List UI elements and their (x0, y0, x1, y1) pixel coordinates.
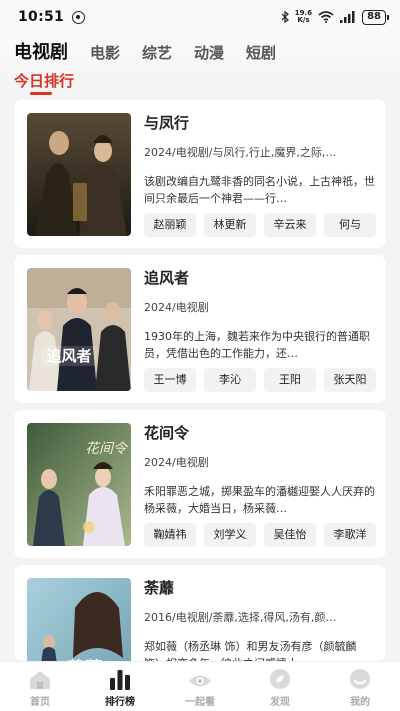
bottom-navigation: 首页 排行榜 一起看 发现 我的 (0, 661, 400, 711)
discover-icon (268, 668, 292, 690)
cast-chip[interactable]: 何与 (324, 213, 376, 237)
nav-discover[interactable]: 发现 (240, 662, 320, 711)
notification-icon (72, 10, 86, 24)
status-indicators: 19.6 K/s 88 (281, 9, 389, 25)
network-speed-unit: K/s (297, 16, 310, 24)
svg-text:追风者: 追风者 (46, 347, 91, 365)
ranking-card[interactable]: 追风者 追风者 2024/电视剧 1930年的上海，魏若来作为中央银行的普通职员… (14, 255, 386, 403)
home-icon (28, 668, 52, 690)
ranking-card[interactable]: 与凤行 2024/电视剧/与凤行,行止,魔界,之际,… 该剧改编自九鹭非香的同名… (14, 100, 386, 248)
show-description: 该剧改编自九鹭非香的同名小说，上古神祇，世间只余最后一个神君——行… (144, 175, 375, 205)
category-tabs: 电视剧 电影 综艺 动漫 短剧 (14, 38, 298, 64)
bluetooth-icon (281, 11, 289, 23)
show-title: 荼蘼 (144, 579, 175, 597)
cast-list: 赵丽颖 林更新 辛云来 何与 (144, 213, 386, 237)
show-title: 花间令 (144, 424, 190, 442)
ranking-icon (108, 668, 132, 690)
eye-icon (188, 668, 212, 690)
cast-chip[interactable]: 王一博 (144, 368, 196, 392)
show-description: 郑如薇（杨丞琳 饰）和男友汤有彦（颜毓麟 饰）相恋多年，彼此之间感情十… (144, 640, 357, 661)
nav-label: 首页 (30, 697, 50, 708)
ranking-card[interactable]: 花间令 花间令 2024/电视剧 禾阳罪恶之城，掷果盈车的潘樾迎娶人人厌弃的杨采… (14, 410, 386, 558)
profile-icon (348, 668, 372, 690)
nav-home[interactable]: 首页 (0, 662, 80, 711)
wifi-icon (318, 11, 334, 23)
cast-chip[interactable]: 刘学义 (204, 523, 256, 547)
battery-indicator: 88 (362, 9, 389, 25)
nav-label: 发现 (270, 697, 290, 708)
show-meta: 2024/电视剧/与凤行,行止,魔界,之际,… (144, 146, 337, 159)
show-title: 与凤行 (144, 114, 190, 132)
cast-list: 鞠婧祎 刘学义 吴佳怡 李歌洋 (144, 523, 386, 547)
cast-chip[interactable]: 张天阳 (324, 368, 376, 392)
cast-chip[interactable]: 林更新 (204, 213, 256, 237)
cast-chip[interactable]: 王阳 (264, 368, 316, 392)
signal-icon (340, 11, 355, 23)
network-speed: 19.6 K/s (295, 10, 312, 24)
poster-image (27, 113, 131, 236)
show-meta: 2024/电视剧 (144, 456, 209, 469)
tab-tv-series[interactable]: 电视剧 (14, 38, 68, 64)
cast-chip[interactable]: 李沁 (204, 368, 256, 392)
cast-list: 王一博 李沁 王阳 张天阳 (144, 368, 386, 392)
active-tab-indicator (30, 92, 52, 95)
poster-image: 荼蘼 (27, 578, 131, 661)
cast-chip[interactable]: 鞠婧祎 (144, 523, 196, 547)
show-meta: 2024/电视剧 (144, 301, 209, 314)
ranking-card[interactable]: 荼蘼 荼蘼 2016/电视剧/荼蘼,选择,得风,汤有,颜… 郑如薇（杨丞琳 饰）… (14, 565, 386, 661)
nav-watch-together[interactable]: 一起看 (160, 662, 240, 711)
tab-today-ranking[interactable]: 今日排行 (14, 70, 74, 91)
show-description: 禾阳罪恶之城，掷果盈车的潘樾迎娶人人厌弃的杨采薇，大婚当日，杨采薇… (144, 485, 375, 515)
tab-variety[interactable]: 综艺 (142, 42, 172, 63)
tab-short-drama[interactable]: 短剧 (246, 42, 276, 63)
tab-movies[interactable]: 电影 (90, 42, 120, 63)
show-title: 追风者 (144, 269, 190, 287)
show-meta: 2016/电视剧/荼蘼,选择,得风,汤有,颜… (144, 611, 337, 624)
nav-ranking[interactable]: 排行榜 (80, 662, 160, 711)
poster-image: 追风者 (27, 268, 131, 391)
nav-label: 一起看 (185, 697, 215, 708)
cast-chip[interactable]: 吴佳怡 (264, 523, 316, 547)
status-bar: 10:51 19.6 K/s 88 (0, 0, 400, 34)
cast-chip[interactable]: 辛云来 (264, 213, 316, 237)
show-description: 1930年的上海，魏若来作为中央银行的普通职员，凭借出色的工作能力，还… (144, 330, 370, 360)
svg-text:花间令: 花间令 (85, 441, 129, 457)
tab-anime[interactable]: 动漫 (194, 42, 224, 63)
nav-profile[interactable]: 我的 (320, 662, 400, 711)
nav-label: 排行榜 (105, 697, 135, 708)
poster-image: 花间令 (27, 423, 131, 546)
nav-label: 我的 (350, 697, 370, 708)
cast-chip[interactable]: 李歌洋 (324, 523, 376, 547)
status-time: 10:51 (18, 9, 65, 25)
cast-chip[interactable]: 赵丽颖 (144, 213, 196, 237)
